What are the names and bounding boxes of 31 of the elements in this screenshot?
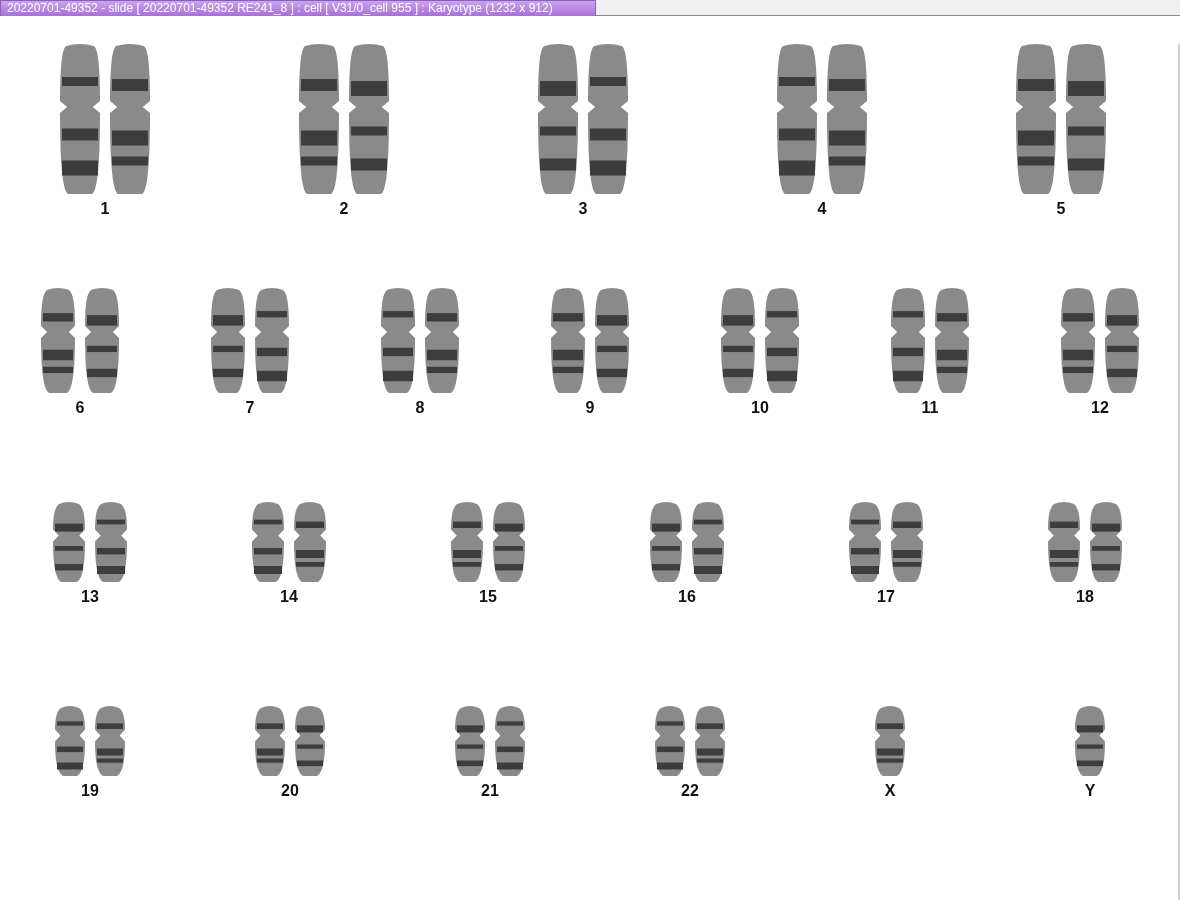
chromosome-label: 7 (245, 399, 255, 417)
chromosome-label: 8 (415, 399, 425, 417)
chromosome-pair-drawing (655, 706, 725, 776)
chromosome-label: 9 (585, 399, 595, 417)
window-title[interactable]: 20220701-49352 - slide [ 20220701-49352 RE241_8 ] : cell [ V31/0_cell 955 ] : Karyotype (1232 x 912) (0, 0, 596, 16)
chromosome-label: X (884, 782, 896, 800)
chromosome-label: 20 (281, 782, 299, 800)
chromosome-pair-drawing (455, 706, 525, 776)
chromosome-pair-drawing (55, 706, 125, 776)
chromosome-label: 6 (75, 399, 85, 417)
chromosome-label: 10 (751, 399, 769, 417)
chromosome-drawing (1075, 706, 1105, 776)
chromosome-label: 11 (921, 399, 939, 417)
chromosome-label: 21 (481, 782, 499, 800)
chromosome-label: 13 (81, 588, 99, 606)
chromosome-label: 16 (678, 588, 696, 606)
chromosome-pair-drawing (255, 706, 325, 776)
chromosome-label: 15 (479, 588, 497, 606)
chromosome-label: 5 (1056, 200, 1066, 218)
chromosome-label: 19 (81, 782, 99, 800)
chromosome-label: 3 (578, 200, 588, 218)
chromosome-drawing (875, 706, 905, 776)
chromosome-label: 12 (1091, 399, 1109, 417)
chromosome-label: 4 (817, 200, 827, 218)
chromosome-label: 1 (100, 200, 110, 218)
chromosome-label: 2 (339, 200, 349, 218)
chromosome-label: 22 (681, 782, 699, 800)
chromosome-label: 17 (877, 588, 895, 606)
chromosome-label: Y (1084, 782, 1096, 800)
chromosome-label: 14 (280, 588, 298, 606)
chromosome-label: 18 (1076, 588, 1094, 606)
